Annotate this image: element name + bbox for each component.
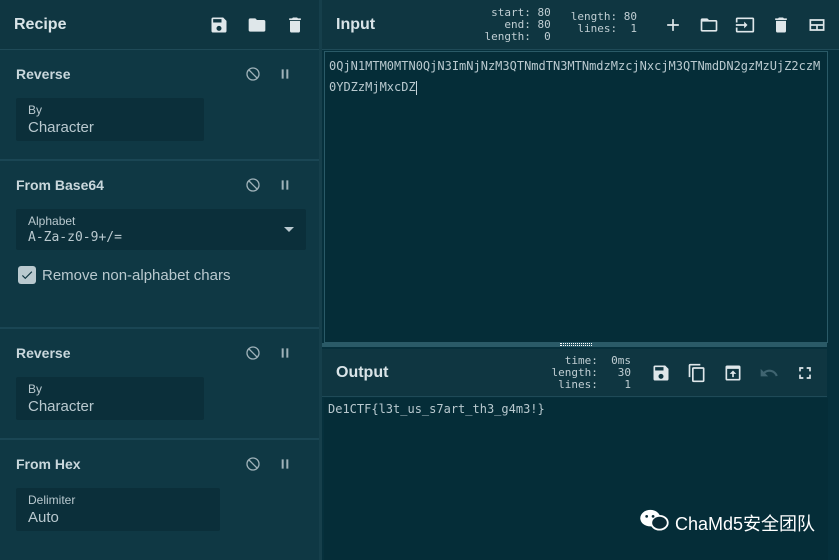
input-text: 0QjN1MTM0MTN0QjN3ImNjNzM3QTNmdTN3MTNmdzM… [329,59,821,94]
resize-grip-icon[interactable] [560,343,592,346]
stat-start: start: 80 [491,5,551,19]
io-pane: Input start: 80 end: 80 length: 0 length… [322,0,839,560]
stat-lines: lines: 1 [551,377,631,391]
stat-length: length: 30 [551,365,631,379]
by-field[interactable]: By Character [16,377,204,420]
input-title: Input [336,15,376,33]
alphabet-select[interactable]: Alphabet A-Za-z0-9+/= [16,209,306,250]
input-header: Input start: 80 end: 80 length: 0 length… [322,0,839,50]
by-field[interactable]: By Character [16,98,204,141]
stat-lines: lines: 1 [570,22,637,35]
undo-icon[interactable] [759,363,779,383]
operation-title: From Hex [16,456,81,472]
copy-icon[interactable] [687,363,707,383]
operation-reverse[interactable]: Reverse By Character [0,50,319,161]
chevron-down-icon[interactable] [284,227,294,232]
recipe-pane: Recipe Reverse By Character From Base64 [0,0,322,560]
move-output-to-input-icon[interactable] [723,363,743,383]
trash-icon[interactable] [771,15,791,35]
input-selection-stats: start: 80 end: 80 length: 0 [484,5,551,43]
operation-title: Reverse [16,345,71,361]
disable-icon[interactable] [243,175,263,195]
wechat-icon [639,509,669,536]
input-stats: length: 80 lines: 1 [571,11,637,35]
disable-icon[interactable] [243,64,263,84]
open-file-icon[interactable] [735,15,755,35]
input-textarea[interactable]: 0QjN1MTM0MTN0QjN3ImNjNzM3QTNmdTN3MTNmdzM… [324,51,828,343]
field-label: By [28,103,43,117]
watermark: ChaMd5安全团队 [639,509,815,536]
output-header: Output time: 0ms length: 30 lines: 1 [322,349,827,397]
stat-end: end: 80 [491,17,551,31]
operation-title: From Base64 [16,177,104,193]
pause-icon[interactable] [275,454,295,474]
output-title: Output [336,363,389,381]
stat-length: length: 0 [484,29,551,43]
operation-from-base64[interactable]: From Base64 Alphabet A-Za-z0-9+/= Remove… [0,161,319,329]
text-cursor [415,80,417,95]
field-label: Alphabet [28,214,76,228]
output-text: De1CTF{l3t_us_s7art_th3_g4m3!} [328,402,545,416]
output-stats: time: 0ms length: 30 lines: 1 [551,353,631,391]
pause-icon[interactable] [275,343,295,363]
open-folder-icon[interactable] [699,15,719,35]
remove-non-alphabet-checkbox-row[interactable]: Remove non-alphabet chars [0,250,319,304]
maximize-icon[interactable] [795,363,815,383]
field-value: Character [28,119,94,136]
disable-icon[interactable] [243,454,263,474]
operation-title: Reverse [16,66,71,82]
field-label: By [28,382,43,396]
recipe-title: Recipe [14,15,67,33]
pause-icon[interactable] [275,175,295,195]
checkbox-checked-icon[interactable] [18,266,36,284]
delimiter-field[interactable]: Delimiter Auto [16,488,220,531]
plus-icon[interactable] [663,15,683,35]
disable-icon[interactable] [243,343,263,363]
operation-reverse[interactable]: Reverse By Character [0,329,319,440]
trash-icon[interactable] [285,15,305,35]
checkbox-label: Remove non-alphabet chars [42,266,231,284]
stat-time: time: 0ms [551,353,631,367]
layout-icon[interactable] [807,15,827,35]
field-value: Character [28,398,94,415]
watermark-text: ChaMd5安全团队 [674,513,815,534]
field-value: Auto [28,509,59,526]
save-icon[interactable] [651,363,671,383]
pause-icon[interactable] [275,64,295,84]
field-label: Delimiter [28,493,76,507]
field-value: A-Za-z0-9+/= [28,230,122,245]
operation-from-hex[interactable]: From Hex Delimiter Auto [0,440,319,560]
folder-icon[interactable] [247,15,267,35]
save-icon[interactable] [209,15,229,35]
recipe-header: Recipe [0,0,319,50]
